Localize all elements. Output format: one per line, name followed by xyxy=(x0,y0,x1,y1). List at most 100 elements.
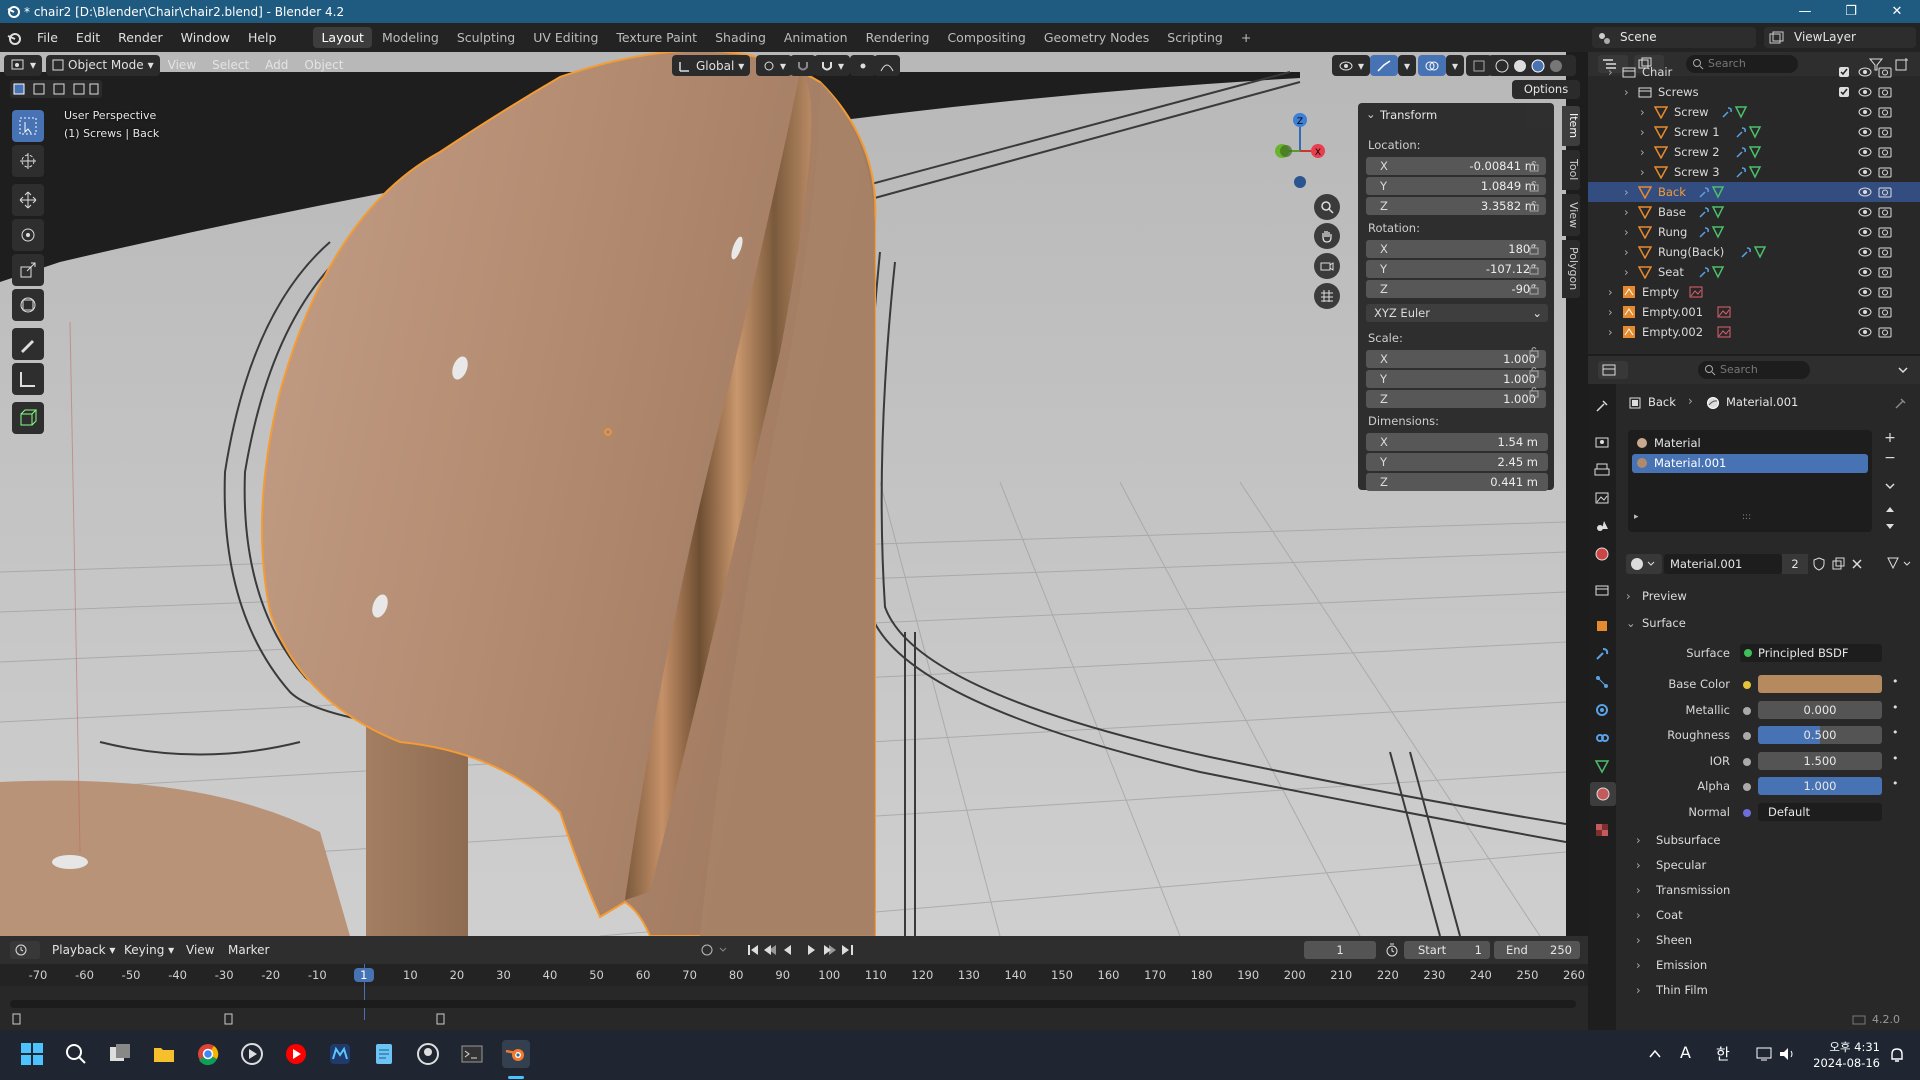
socket-dot-icon[interactable] xyxy=(1743,706,1751,715)
sidebar-tab-polygon[interactable]: Polygon xyxy=(1562,240,1580,298)
property-slider[interactable]: 0.500 xyxy=(1758,726,1882,744)
shading-modes[interactable] xyxy=(1488,55,1576,76)
cursor-tool[interactable] xyxy=(12,145,44,177)
move-up-icon[interactable] xyxy=(1884,504,1896,516)
viewport-menu-view[interactable]: View xyxy=(160,58,204,72)
world-icon[interactable] xyxy=(1594,546,1610,562)
scene-cone-icon[interactable] xyxy=(1594,518,1610,534)
tab-compositing[interactable]: Compositing xyxy=(939,27,1033,48)
material-slot-row[interactable]: Material xyxy=(1632,434,1868,453)
auto-keying-record-icon[interactable] xyxy=(700,943,730,957)
eye-icon[interactable] xyxy=(1858,165,1872,179)
outliner-row[interactable]: › Screw 1 xyxy=(1588,122,1920,142)
subsection-coat[interactable]: › Coat xyxy=(1636,904,1920,926)
socket-dot-icon[interactable] xyxy=(1743,808,1751,817)
socket-dot-icon[interactable] xyxy=(1743,783,1751,791)
render-camera-icon[interactable] xyxy=(1878,245,1892,259)
surface-shader-selector[interactable]: Principled BSDF xyxy=(1740,644,1882,662)
expand-chevron-icon[interactable]: › xyxy=(1624,225,1629,239)
duplicate-icon[interactable] xyxy=(1832,557,1846,571)
location-z-field[interactable]: Z 3.3582 m xyxy=(1366,197,1546,215)
eye-icon[interactable] xyxy=(1858,125,1872,139)
terminal-icon[interactable] xyxy=(458,1040,486,1068)
notepad-icon[interactable] xyxy=(370,1040,398,1068)
outliner-row[interactable]: › Screw 3 xyxy=(1588,162,1920,182)
youtube-music-icon[interactable] xyxy=(282,1040,310,1068)
rotate-tool[interactable] xyxy=(12,219,44,251)
timeline-scrollbar[interactable] xyxy=(10,1000,1576,1008)
scale-tool[interactable] xyxy=(12,254,44,286)
socket-dot-icon[interactable] xyxy=(1743,757,1751,766)
minimize-button[interactable]: — xyxy=(1782,0,1828,23)
sidebar-tab-tool[interactable]: Tool xyxy=(1562,150,1580,190)
render-camera-icon[interactable] xyxy=(1878,205,1892,219)
eye-icon[interactable] xyxy=(1858,305,1872,319)
scene-selector[interactable]: Scene xyxy=(1592,27,1756,48)
add-cube-tool[interactable] xyxy=(12,402,44,434)
render-camera-icon[interactable] xyxy=(1878,165,1892,179)
proportional-falloff-selector[interactable] xyxy=(874,55,900,76)
expand-chevron-icon[interactable]: › xyxy=(1624,205,1629,219)
subsection-emission[interactable]: › Emission xyxy=(1636,954,1920,976)
chrome-icon[interactable] xyxy=(194,1040,222,1068)
outliner-row[interactable]: › Chair xyxy=(1588,62,1920,82)
expand-triangle-icon[interactable]: ▸ xyxy=(1634,512,1639,522)
start-frame-field[interactable]: Start 1 xyxy=(1404,941,1490,959)
sidebar-tab-item[interactable]: Item xyxy=(1562,106,1580,146)
keyframe-dot-icon[interactable]: • xyxy=(1892,675,1899,688)
pan-gizmo-button[interactable] xyxy=(1314,223,1340,249)
tab-animation[interactable]: Animation xyxy=(776,27,856,48)
editor-type-button[interactable]: ▾ xyxy=(4,54,43,76)
viewport-menu-object[interactable]: Object xyxy=(296,58,351,72)
app-m-icon[interactable] xyxy=(326,1040,354,1068)
render-camera-icon[interactable] xyxy=(1878,65,1892,79)
outliner-row[interactable]: › Rung(Back) xyxy=(1588,242,1920,262)
render-camera-icon[interactable] xyxy=(1878,105,1892,119)
unlink-x-icon[interactable] xyxy=(1850,557,1864,571)
ime-mode-indicator[interactable]: A xyxy=(1680,1043,1691,1062)
eye-icon[interactable] xyxy=(1858,65,1872,79)
preview-section[interactable]: › Preview xyxy=(1626,585,1916,607)
measure-tool[interactable] xyxy=(12,363,44,395)
add-slot-button[interactable]: + xyxy=(1880,430,1900,450)
eye-icon[interactable] xyxy=(1858,105,1872,119)
expand-chevron-icon[interactable]: › xyxy=(1608,65,1613,79)
media-player-icon[interactable] xyxy=(238,1040,266,1068)
transform-collapse-icon[interactable]: ⌄ xyxy=(1366,107,1376,121)
frame-mid-icon[interactable] xyxy=(222,1012,236,1026)
menu-render[interactable]: Render xyxy=(109,30,172,45)
gizmo-toggle[interactable] xyxy=(1370,55,1398,76)
location-y-field[interactable]: Y 1.0849 m xyxy=(1366,177,1546,195)
outliner-row[interactable]: › Empty.002 xyxy=(1588,322,1920,342)
menu-help[interactable]: Help xyxy=(239,30,286,45)
material-name-field[interactable]: Material.001 xyxy=(1664,554,1782,574)
maximize-button[interactable]: ❐ xyxy=(1828,0,1874,23)
snap-toggle[interactable] xyxy=(790,55,816,76)
overlays-toggle[interactable] xyxy=(1418,55,1446,76)
outliner-row[interactable]: › Seat xyxy=(1588,262,1920,282)
move-down-icon[interactable] xyxy=(1884,520,1896,532)
outliner-row[interactable]: › Base xyxy=(1588,202,1920,222)
menu-edit[interactable]: Edit xyxy=(67,30,109,45)
add-workspace-button[interactable]: + xyxy=(1233,27,1259,48)
transform-header[interactable]: Transform xyxy=(1380,108,1437,122)
normal-input[interactable]: Default xyxy=(1758,802,1882,821)
properties-editor-type[interactable] xyxy=(1598,361,1628,379)
tab-uv-editing[interactable]: UV Editing xyxy=(525,27,606,48)
move-tool[interactable] xyxy=(12,184,44,216)
render-camera-icon[interactable] xyxy=(1878,265,1892,279)
pivot-selector[interactable]: ▾ xyxy=(756,55,793,76)
property-slider[interactable]: 1.000 xyxy=(1758,777,1882,795)
github-desktop-icon[interactable] xyxy=(414,1040,442,1068)
network-monitor-icon[interactable] xyxy=(1756,1046,1774,1062)
socket-dot-icon[interactable] xyxy=(1743,732,1751,740)
outliner-row[interactable]: › Rung xyxy=(1588,222,1920,242)
outliner-row[interactable]: › Empty.001 xyxy=(1588,302,1920,322)
outliner-row[interactable]: › Screw xyxy=(1588,102,1920,122)
keyframe-dot-icon[interactable]: • xyxy=(1892,752,1899,765)
rotation-x-field[interactable]: X 180° xyxy=(1366,240,1546,258)
collection-icon[interactable] xyxy=(1594,582,1610,598)
render-camera-icon[interactable] xyxy=(1878,225,1892,239)
expand-chevron-icon[interactable]: › xyxy=(1608,325,1613,339)
outliner-row[interactable]: › Screws xyxy=(1588,82,1920,102)
